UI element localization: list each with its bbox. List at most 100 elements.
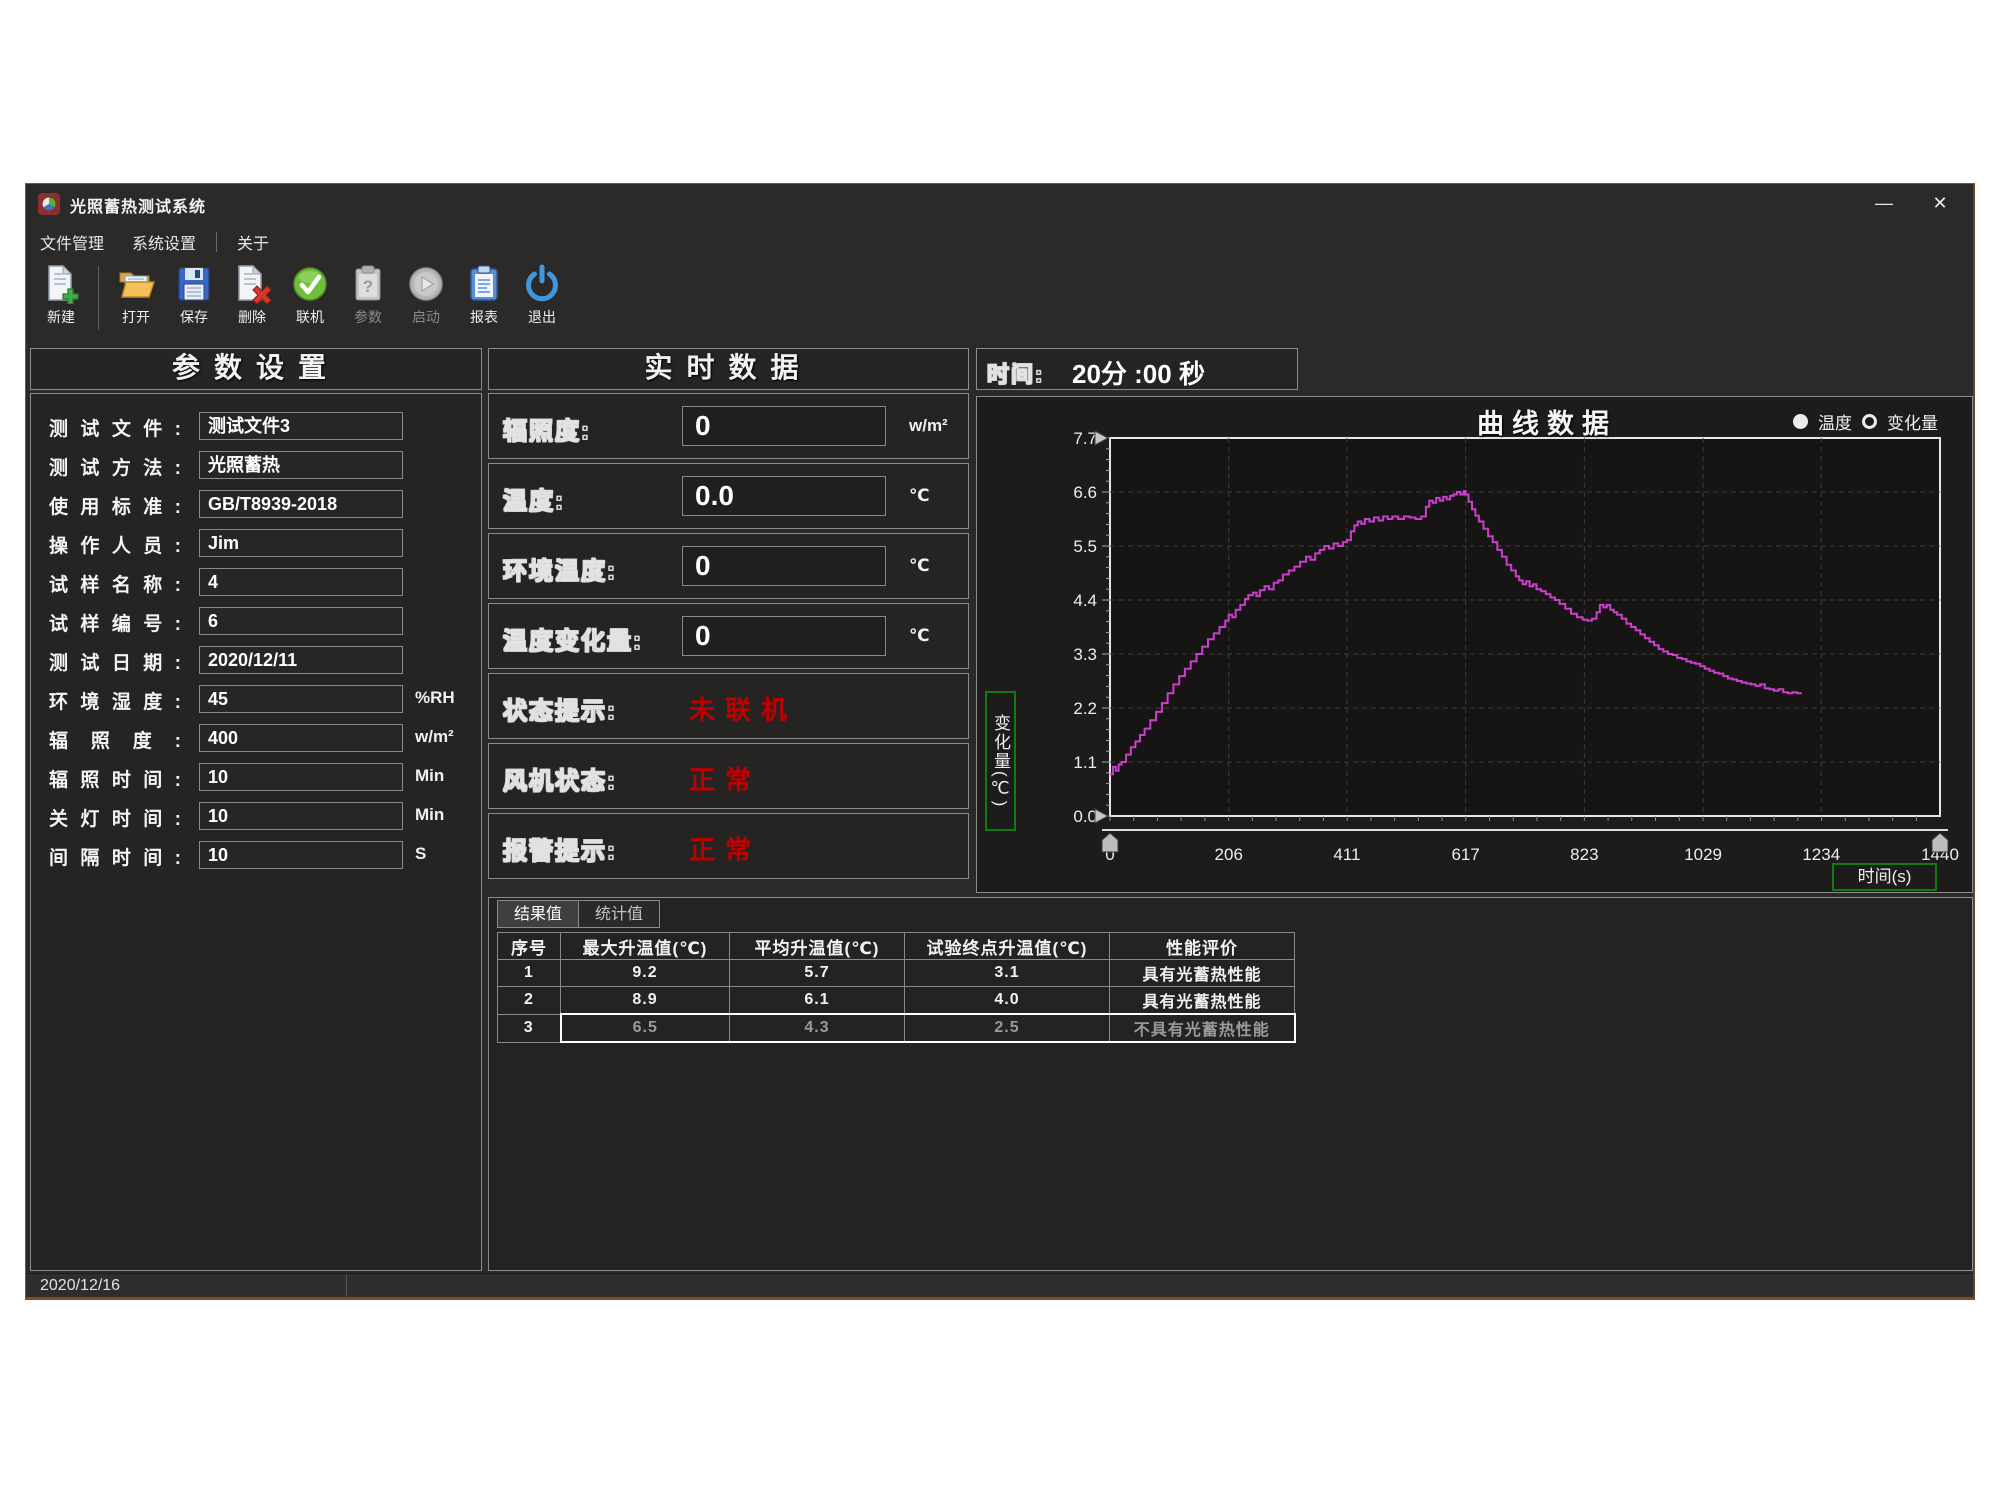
realtime-label: 环境温度:: [503, 551, 617, 586]
toolbar-button-report-clipboard[interactable]: 报表: [455, 260, 513, 327]
toolbar-label: 退出: [513, 307, 571, 327]
results-col-header: 性能评价: [1110, 933, 1295, 960]
y-axis-slider-handle[interactable]: [1095, 809, 1108, 823]
status-value: 未联机: [689, 690, 797, 727]
toolbar-button-delete-doc[interactable]: 删除: [223, 260, 281, 327]
app-window: 光照蓄热测试系统 — ✕ 文件管理系统设置关于 新建打开保存删除联机?参数启动报…: [25, 183, 1975, 1300]
param-input-12[interactable]: 10: [199, 841, 403, 869]
delta-radio-icon[interactable]: [1862, 414, 1877, 429]
realtime-value-display: 0: [682, 616, 886, 656]
realtime-status-group: 状态提示: 未联机: [488, 673, 969, 739]
param-unit: Min: [415, 766, 444, 786]
y-tick-label: 5.5: [1073, 537, 1097, 556]
realtime-value-display: 0: [682, 546, 886, 586]
open-folder-icon: [116, 264, 156, 304]
realtime-status-group: 风机状态:正常: [488, 743, 969, 809]
x-tick-label: 1029: [1684, 845, 1722, 864]
report-clipboard-icon: [464, 264, 504, 304]
param-row: 环境湿度:45%RH: [31, 685, 481, 713]
results-tabs: 结果值 统计值: [497, 900, 660, 928]
param-label: 测试日期:: [49, 648, 181, 675]
param-row: 操作人员:Jim: [31, 529, 481, 557]
param-label: 试样编号:: [49, 609, 181, 636]
param-input-9[interactable]: 400: [199, 724, 403, 752]
plot-area: [1110, 438, 1940, 816]
x-scrollbar-handle[interactable]: [1932, 833, 1948, 852]
params-clipboard-icon: ?: [348, 264, 388, 304]
toolbar-button-online-check[interactable]: 联机: [281, 260, 339, 327]
param-input-6[interactable]: 6: [199, 607, 403, 635]
toolbar-label: 报表: [455, 307, 513, 327]
exit-power-icon: [522, 264, 562, 304]
time-label: 时间:: [987, 357, 1044, 389]
y-tick-label: 0.0: [1073, 807, 1097, 826]
result-cell: 5.7: [730, 960, 905, 987]
toolbar-button-start-play: 启动: [397, 260, 455, 327]
param-input-4[interactable]: Jim: [199, 529, 403, 557]
table-row[interactable]: 28.96.14.0具有光蓄热性能: [498, 987, 1295, 1015]
result-cell: 2.5: [905, 1014, 1110, 1042]
y-tick-label: 6.6: [1073, 483, 1097, 502]
param-input-10[interactable]: 10: [199, 763, 403, 791]
menu-item-1[interactable]: 文件管理: [26, 230, 118, 254]
x-scrollbar-handle[interactable]: [1102, 833, 1118, 852]
menu-item-3[interactable]: 关于: [223, 230, 283, 254]
realtime-value-group: 环境温度:0℃: [488, 533, 969, 599]
start-play-icon: [406, 264, 446, 304]
title-bar: 光照蓄热测试系统 — ✕: [26, 184, 1973, 224]
time-value: 20分 :00 秒: [1072, 354, 1205, 391]
param-label: 测试方法:: [49, 453, 181, 480]
toolbar-button-exit-power[interactable]: 退出: [513, 260, 571, 327]
status-value: 正常: [689, 830, 761, 867]
table-row[interactable]: 36.54.32.5不具有光蓄热性能: [498, 1014, 1295, 1042]
toolbar-button-open-folder[interactable]: 打开: [107, 260, 165, 327]
status-bar: 2020/12/16: [26, 1273, 1973, 1300]
param-row: 测试文件:测试文件3: [31, 412, 481, 440]
x-axis-label-box: 时间(s): [1832, 863, 1937, 891]
tab-result-values[interactable]: 结果值: [497, 900, 579, 928]
status-separator: [346, 1274, 347, 1300]
curve-chart-panel: 曲线数据 温度 变化量 7.76.65.54.43.32.21.10.00206…: [976, 396, 1973, 893]
param-input-2[interactable]: 光照蓄热: [199, 451, 403, 479]
param-label: 试样名称:: [49, 570, 181, 597]
toolbar-button-new-doc[interactable]: 新建: [32, 260, 90, 327]
result-cell: 4.0: [905, 987, 1110, 1015]
table-row[interactable]: 19.25.73.1具有光蓄热性能: [498, 960, 1295, 987]
param-input-8[interactable]: 45: [199, 685, 403, 713]
realtime-unit: w/m²: [909, 416, 948, 436]
param-input-3[interactable]: GB/T8939-2018: [199, 490, 403, 518]
param-input-11[interactable]: 10: [199, 802, 403, 830]
y-axis-slider-handle[interactable]: [1095, 431, 1108, 445]
minimize-button[interactable]: —: [1861, 188, 1907, 218]
realtime-status-group: 报警提示:正常: [488, 813, 969, 879]
y-axis-label: 变化量(℃): [988, 714, 1013, 808]
chart-legend: 温度 变化量: [1793, 409, 1938, 434]
param-label: 辐照度:: [49, 726, 181, 753]
toolbar-button-save[interactable]: 保存: [165, 260, 223, 327]
params-panel: 测试文件:测试文件3测试方法:光照蓄热使用标准:GB/T8939-2018操作人…: [30, 393, 482, 1271]
menu-item-2[interactable]: 系统设置: [118, 230, 210, 254]
param-input-7[interactable]: 2020/12/11: [199, 646, 403, 674]
y-tick-label: 7.7: [1073, 429, 1097, 448]
close-button[interactable]: ✕: [1917, 188, 1963, 218]
results-panel: 结果值 统计值 序号最大升温值(℃)平均升温值(℃)试验终点升温值(℃)性能评价…: [488, 897, 1973, 1271]
param-input-5[interactable]: 4: [199, 568, 403, 596]
param-row: 间隔时间:10S: [31, 841, 481, 869]
toolbar: 新建打开保存删除联机?参数启动报表退出: [32, 260, 571, 344]
realtime-label: 温度:: [503, 481, 565, 516]
param-input-1[interactable]: 测试文件3: [199, 412, 403, 440]
x-tick-label: 206: [1215, 845, 1243, 864]
param-unit: S: [415, 844, 426, 864]
result-cell: 3.1: [905, 960, 1110, 987]
realtime-unit: ℃: [909, 626, 930, 646]
param-label: 辐照时间:: [49, 765, 181, 792]
tab-statistics[interactable]: 统计值: [579, 900, 660, 928]
result-cell: 具有光蓄热性能: [1110, 987, 1295, 1015]
y-tick-label: 4.4: [1073, 591, 1097, 610]
menu-separator: [216, 232, 217, 252]
result-cell: 6.1: [730, 987, 905, 1015]
y-axis-label-box: 变化量(℃): [985, 691, 1016, 831]
param-unit: Min: [415, 805, 444, 825]
status-label: 状态提示:: [503, 691, 617, 726]
temperature-radio-icon[interactable]: [1793, 414, 1808, 429]
